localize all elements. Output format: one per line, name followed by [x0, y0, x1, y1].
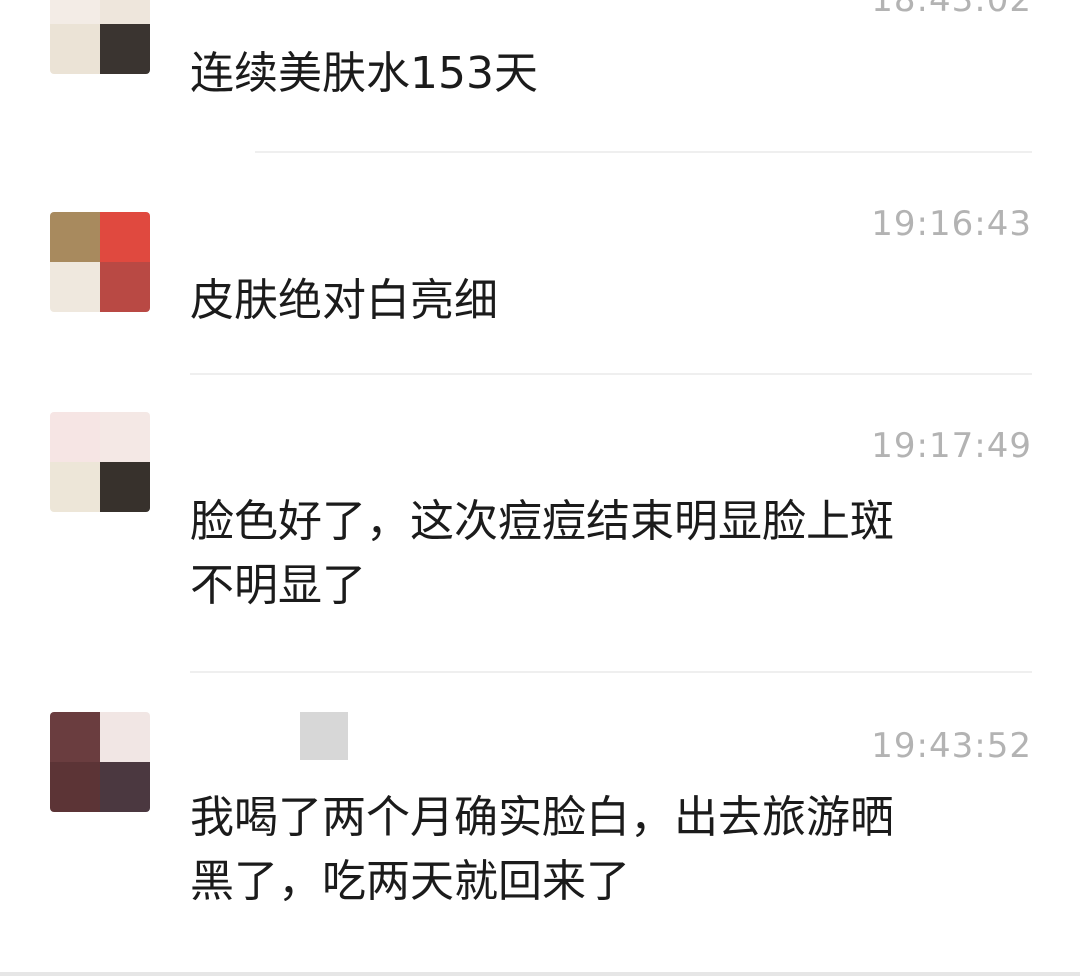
chat-message[interactable]: 19:17:49 脸色好了，这次痘痘结束明显脸上斑 不明显了	[0, 374, 1080, 672]
sender-name	[300, 712, 348, 760]
chat-message[interactable]: 19:16:43 皮肤绝对白亮细	[0, 152, 1080, 374]
message-timestamp: 19:16:43	[871, 204, 1032, 244]
message-text: 脸色好了，这次痘痘结束明显脸上斑 不明显了	[190, 496, 894, 611]
message-text: 皮肤绝对白亮细	[190, 275, 498, 326]
message-text: 连续美肤水153天	[190, 48, 538, 99]
avatar[interactable]	[50, 712, 150, 812]
chat-list: 18:43:02 连续美肤水153天 19:16:43 皮肤绝对白亮细 19:1…	[0, 0, 1080, 976]
message-timestamp: 19:43:52	[871, 726, 1032, 766]
message-text: 我喝了两个月确实脸白，出去旅游晒 黑了，吃两天就回来了	[190, 792, 894, 907]
avatar[interactable]	[50, 412, 150, 512]
bottom-divider	[0, 972, 1080, 976]
avatar[interactable]	[50, 212, 150, 312]
chat-message[interactable]: 19:43:52 我喝了两个月确实脸白，出去旅游晒 黑了，吃两天就回来了	[0, 672, 1080, 972]
avatar[interactable]	[50, 0, 150, 74]
message-timestamp: 19:17:49	[871, 426, 1032, 466]
message-timestamp: 18:43:02	[871, 0, 1032, 20]
chat-message[interactable]: 18:43:02 连续美肤水153天	[0, 0, 1080, 152]
